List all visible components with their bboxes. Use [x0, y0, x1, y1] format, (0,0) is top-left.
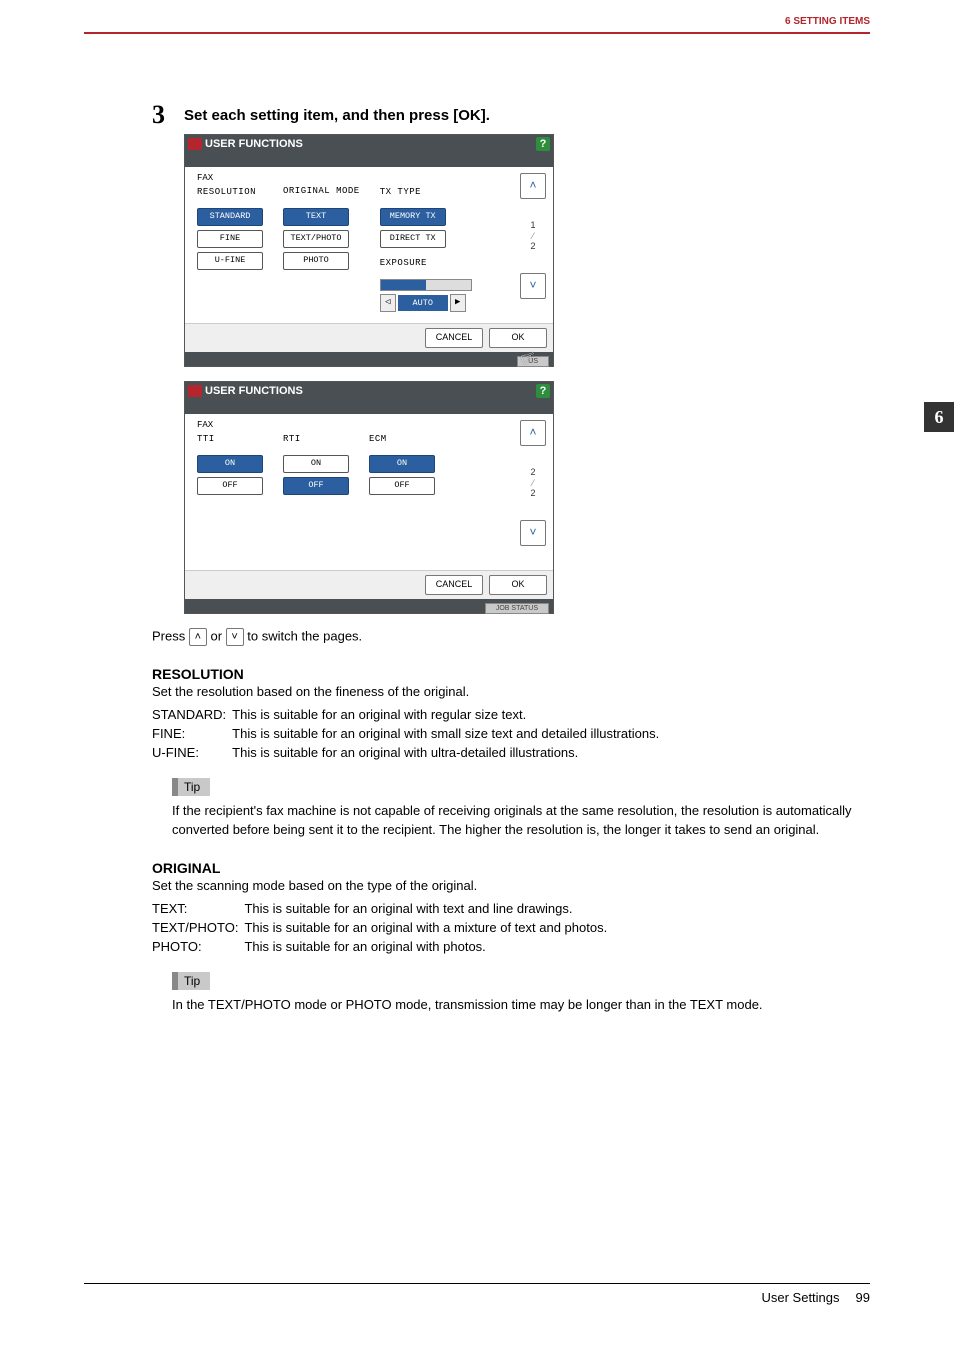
page-up-button[interactable]: ˄: [520, 173, 546, 199]
exposure-label: EXPOSURE: [380, 258, 472, 276]
col-title-original-mode: ORIGINAL MODE: [283, 187, 360, 205]
ok-button[interactable]: OK: [489, 328, 547, 348]
btn-text[interactable]: TEXT: [283, 208, 349, 226]
step-row: 3 Set each setting item, and then press …: [152, 102, 870, 128]
panel-title-bar: USER FUNCTIONS ?: [185, 382, 553, 400]
exposure-meter: [380, 279, 472, 291]
tip-text: In the TEXT/PHOTO mode or PHOTO mode, tr…: [172, 996, 870, 1015]
panel-title-bar: USER FUNCTIONS ?: [185, 135, 553, 153]
btn-ecm-on[interactable]: ON: [369, 455, 435, 473]
panel-title: USER FUNCTIONS: [205, 385, 303, 397]
cancel-button[interactable]: CANCEL: [425, 328, 483, 348]
col-title-tti: TTI: [197, 434, 263, 452]
help-icon[interactable]: ?: [536, 137, 550, 151]
resolution-table: STANDARD:This is suitable for an origina…: [152, 705, 665, 762]
page-down-button[interactable]: ˅: [520, 273, 546, 299]
btn-text-photo[interactable]: TEXT/PHOTO: [283, 230, 349, 248]
status-badge: JOB STATUS: [485, 603, 549, 614]
switch-pages-note: Press ˄ or ˅ to switch the pages.: [152, 628, 870, 646]
fax-breadcrumb: FAX: [197, 173, 507, 183]
step-number: 3: [152, 102, 180, 128]
title-icon: [188, 138, 202, 150]
cancel-button[interactable]: CANCEL: [425, 575, 483, 595]
original-tip: Tip In the TEXT/PHOTO mode or PHOTO mode…: [172, 972, 870, 1015]
header-section: 6 SETTING ITEMS: [785, 16, 870, 27]
btn-fine[interactable]: FINE: [197, 230, 263, 248]
page-indicator: 1⁄2: [530, 220, 535, 252]
resolution-desc: Set the resolution based on the fineness…: [152, 684, 870, 699]
exposure-auto-button[interactable]: AUTO: [398, 295, 448, 311]
title-icon: [188, 385, 202, 397]
col-title-tx-type: TX TYPE: [380, 187, 472, 205]
ok-button[interactable]: OK: [489, 575, 547, 595]
panel-title: USER FUNCTIONS: [205, 138, 303, 150]
btn-direct-tx[interactable]: DIRECT TX: [380, 230, 446, 248]
col-title-rti: RTI: [283, 434, 349, 452]
original-desc: Set the scanning mode based on the type …: [152, 878, 870, 893]
btn-rti-on[interactable]: ON: [283, 455, 349, 473]
chevron-up-icon: ˄: [189, 628, 207, 646]
chevron-down-icon: ˅: [226, 628, 244, 646]
tip-label: Tip: [172, 972, 210, 990]
btn-memory-tx[interactable]: MEMORY TX: [380, 208, 446, 226]
screenshot-panel-2: USER FUNCTIONS ? FAX TTI ON OFF RTI: [184, 381, 554, 614]
step-text: Set each setting item, and then press [O…: [184, 102, 490, 128]
col-title-ecm: ECM: [369, 434, 435, 452]
chapter-side-tab: 6: [924, 402, 954, 432]
original-heading: ORIGINAL: [152, 860, 870, 876]
footer-page-number: 99: [856, 1290, 870, 1305]
btn-tti-on[interactable]: ON: [197, 455, 263, 473]
btn-photo[interactable]: PHOTO: [283, 252, 349, 270]
header-rule: [84, 32, 870, 34]
help-icon[interactable]: ?: [536, 384, 550, 398]
resolution-tip: Tip If the recipient's fax machine is no…: [172, 778, 870, 840]
btn-u-fine[interactable]: U-FINE: [197, 252, 263, 270]
screenshot-panel-1: USER FUNCTIONS ? FAX RESOLUTION STANDARD…: [184, 134, 554, 367]
page-up-button[interactable]: ˄: [520, 420, 546, 446]
page-indicator: 2⁄2: [530, 467, 535, 499]
tip-text: If the recipient's fax machine is not ca…: [172, 802, 870, 840]
tip-label: Tip: [172, 778, 210, 796]
footer-title: User Settings: [761, 1290, 839, 1305]
fax-breadcrumb: FAX: [197, 420, 507, 430]
btn-standard[interactable]: STANDARD: [197, 208, 263, 226]
btn-rti-off[interactable]: OFF: [283, 477, 349, 495]
col-title-resolution: RESOLUTION: [197, 187, 263, 205]
page-down-button[interactable]: ˅: [520, 520, 546, 546]
exposure-decrease[interactable]: ◁: [380, 294, 396, 312]
resolution-heading: RESOLUTION: [152, 666, 870, 682]
exposure-increase[interactable]: ▶: [450, 294, 466, 312]
btn-ecm-off[interactable]: OFF: [369, 477, 435, 495]
original-table: TEXT:This is suitable for an original wi…: [152, 899, 613, 956]
page-footer: User Settings 99: [84, 1283, 870, 1305]
btn-tti-off[interactable]: OFF: [197, 477, 263, 495]
